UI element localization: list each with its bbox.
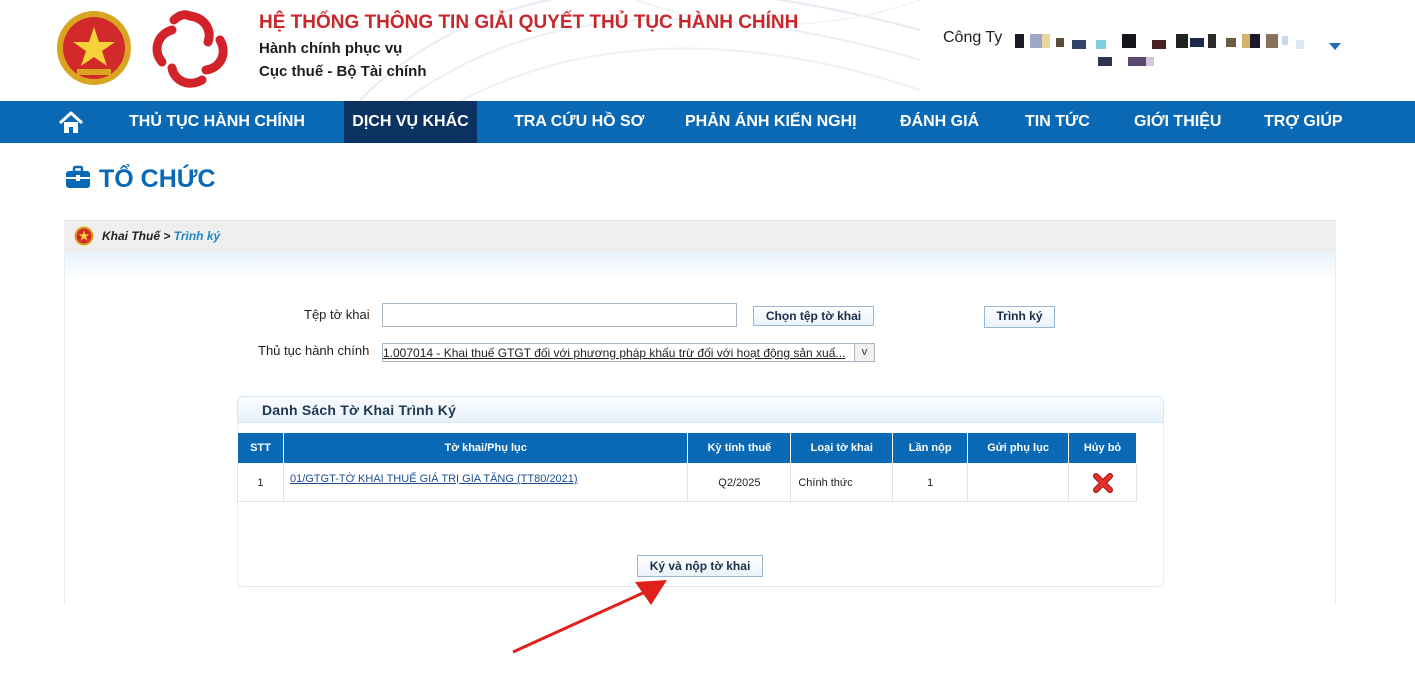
nav-item-phan-anh-kien-nghi[interactable]: PHẢN ÁNH KIẾN NGHỊ <box>677 101 865 143</box>
nav-item-thu-tuc-hanh-chinh[interactable]: THỦ TỤC HÀNH CHÍNH <box>121 101 313 143</box>
declaration-link[interactable]: 01/GTGT-TỜ KHAI THUẾ GIÁ TRỊ GIA TĂNG (T… <box>290 473 578 485</box>
row-cancel-cell <box>1068 463 1137 502</box>
nav-item-tro-giup[interactable]: TRỢ GIÚP <box>1256 101 1351 143</box>
table-header-row: STT Tờ khai/Phụ lục Kỳ tính thuế Loại tờ… <box>237 432 1137 464</box>
system-title: HỆ THỐNG THÔNG TIN GIẢI QUYẾT THỦ TỤC HÀ… <box>259 12 799 33</box>
site-header: HỆ THỐNG THÔNG TIN GIẢI QUYẾT THỦ TỤC HÀ… <box>0 0 1415 101</box>
col-type: Loại tờ khai <box>790 432 894 464</box>
col-period: Kỳ tính thuế <box>687 432 792 464</box>
file-path-input[interactable] <box>382 303 737 327</box>
nav-item-danh-gia[interactable]: ĐÁNH GIÁ <box>892 101 987 143</box>
system-subtitle: Hành chính phục vụ <box>259 40 403 57</box>
agency-name: Cục thuế - Bộ Tài chính <box>259 63 427 80</box>
breadcrumb-separator: > <box>163 229 171 243</box>
nav-item-tin-tuc[interactable]: TIN TỨC <box>1017 101 1098 143</box>
col-stt: STT <box>237 432 284 464</box>
table-row: 1 01/GTGT-TỜ KHAI THUẾ GIÁ TRỊ GIA TĂNG … <box>237 463 1137 502</box>
emblem-small-icon <box>74 226 94 246</box>
row-attempt: 1 <box>892 463 969 502</box>
submit-for-signing-button[interactable]: Trình ký <box>984 306 1055 328</box>
procedure-select[interactable]: 1.007014 - Khai thuế GTGT đối với phương… <box>382 343 875 362</box>
breadcrumb <box>64 220 1336 252</box>
breadcrumb-current: Trình ký <box>173 229 221 243</box>
briefcase-icon <box>66 165 90 188</box>
annotation-arrow-icon <box>512 580 667 654</box>
procedure-selected-value: 1.007014 - Khai thuế GTGT đối với phương… <box>383 346 846 360</box>
home-icon[interactable] <box>57 110 85 136</box>
caret-down-icon[interactable] <box>1329 43 1341 50</box>
breadcrumb-trail: Khai Thuế > Trình ký <box>102 229 220 243</box>
declarations-table: STT Tờ khai/Phụ lục Kỳ tính thuế Loại tờ… <box>237 432 1137 502</box>
file-label: Tệp tờ khai <box>304 307 370 322</box>
breadcrumb-parent[interactable]: Khai Thuế <box>102 229 160 243</box>
national-emblem-icon <box>57 11 131 85</box>
row-appendix <box>967 463 1070 502</box>
nav-item-dich-vu-khac[interactable]: DỊCH VỤ KHÁC <box>344 101 477 143</box>
row-period: Q2/2025 <box>687 463 792 502</box>
list-title: Danh Sách Tờ Khai Trình Ký <box>262 402 457 418</box>
row-type: Chính thức <box>790 463 894 502</box>
row-name-cell: 01/GTGT-TỜ KHAI THUẾ GIÁ TRỊ GIA TĂNG (T… <box>282 463 689 502</box>
row-stt: 1 <box>237 463 284 502</box>
delete-x-icon[interactable] <box>1092 472 1114 494</box>
dropdown-arrow-icon[interactable]: v <box>854 344 874 361</box>
col-cancel: Hủy bỏ <box>1068 432 1137 464</box>
page-title: TỔ CHỨC <box>99 165 216 193</box>
public-service-logo-icon <box>152 10 228 88</box>
choose-file-button[interactable]: Chọn tệp tờ khai <box>753 306 874 326</box>
col-name: Tờ khai/Phụ lục <box>282 432 689 464</box>
col-attempt: Lần nộp <box>892 432 969 464</box>
col-appendix: Gửi phụ lục <box>967 432 1070 464</box>
main-nav: THỦ TỤC HÀNH CHÍNH DỊCH VỤ KHÁC TRA CỨU … <box>0 101 1415 143</box>
nav-item-gioi-thieu[interactable]: GIỚI THIỆU <box>1126 101 1229 143</box>
procedure-label: Thủ tục hành chính <box>258 343 370 358</box>
nav-item-tra-cuu-ho-so[interactable]: TRA CỨU HỒ SƠ <box>506 101 652 143</box>
user-company-name[interactable]: Công Ty <box>943 29 1002 47</box>
